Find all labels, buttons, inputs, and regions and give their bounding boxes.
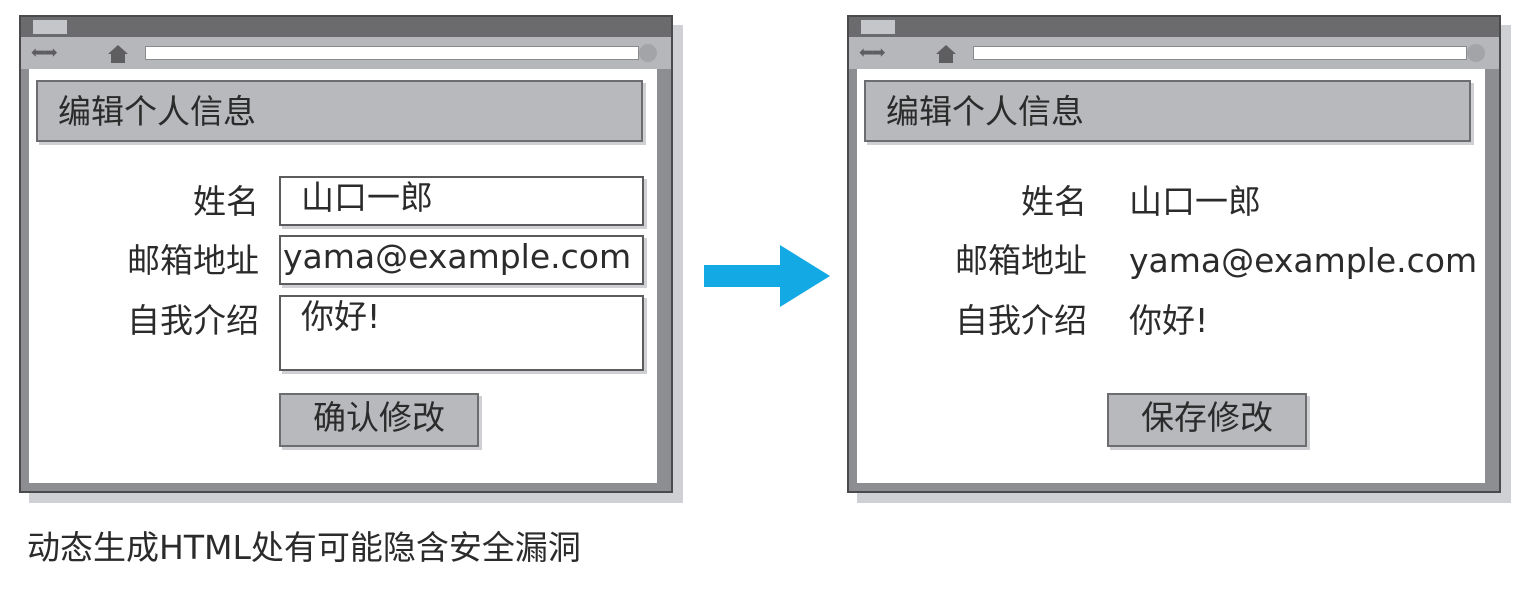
save-button[interactable]: 保存修改 (1107, 393, 1307, 447)
title-bar (849, 17, 1499, 37)
page-heading: 编辑个人信息 (864, 80, 1471, 142)
forward-arrow-icon[interactable]: ➡ (871, 43, 885, 63)
browser-window-confirm: ⬅➡ 编辑个人信息 姓名 山口一郎 邮箱地址 yama@example.com … (847, 15, 1501, 493)
intro-label: 自我介绍 (955, 301, 1087, 340)
page-title: 编辑个人信息 (58, 92, 256, 131)
email-value: yama@example.com (1129, 241, 1478, 280)
browser-toolbar: ⬅➡ (21, 37, 671, 69)
url-bar[interactable] (145, 46, 639, 60)
page-title: 编辑个人信息 (886, 92, 1084, 131)
figure-caption: 动态生成HTML处有可能隐含安全漏洞 (27, 528, 581, 567)
name-value: 山口一郎 (1129, 182, 1261, 221)
back-arrow-icon[interactable]: ⬅ (31, 43, 45, 63)
nav-arrows: ⬅➡ (859, 43, 886, 63)
nav-arrows: ⬅➡ (31, 43, 58, 63)
name-input[interactable]: 山口一郎 (279, 176, 644, 226)
url-bar[interactable] (973, 46, 1467, 60)
page-heading: 编辑个人信息 (36, 80, 643, 142)
page-content: 编辑个人信息 姓名 山口一郎 邮箱地址 yama@example.com 自我介… (29, 69, 657, 483)
name-input-value: 山口一郎 (301, 178, 433, 217)
email-input-value: yama@example.com (283, 237, 632, 276)
browser-tab[interactable] (861, 20, 895, 34)
confirm-button[interactable]: 确认修改 (279, 393, 479, 447)
home-icon[interactable] (107, 44, 129, 64)
intro-textarea-value: 你好! (301, 297, 381, 336)
right-arrow-icon (704, 245, 830, 307)
intro-textarea[interactable]: 你好! (279, 295, 644, 371)
name-label: 姓名 (1021, 182, 1087, 221)
go-button[interactable] (1467, 44, 1485, 62)
forward-arrow-icon[interactable]: ➡ (43, 43, 57, 63)
back-arrow-icon[interactable]: ⬅ (859, 43, 873, 63)
intro-label: 自我介绍 (127, 301, 259, 340)
browser-window-edit: ⬅➡ 编辑个人信息 姓名 山口一郎 邮箱地址 yama@example.com … (19, 15, 673, 493)
browser-toolbar: ⬅➡ (849, 37, 1499, 69)
email-input[interactable]: yama@example.com (279, 235, 644, 285)
go-button[interactable] (639, 44, 657, 62)
home-icon[interactable] (935, 44, 957, 64)
email-label: 邮箱地址 (955, 241, 1087, 280)
title-bar (21, 17, 671, 37)
stage: ⬅➡ 编辑个人信息 姓名 山口一郎 邮箱地址 yama@example.com … (0, 0, 1536, 594)
page-content: 编辑个人信息 姓名 山口一郎 邮箱地址 yama@example.com 自我介… (857, 69, 1485, 483)
name-label: 姓名 (193, 182, 259, 221)
intro-value: 你好! (1129, 301, 1209, 340)
browser-tab[interactable] (33, 20, 67, 34)
email-label: 邮箱地址 (127, 241, 259, 280)
